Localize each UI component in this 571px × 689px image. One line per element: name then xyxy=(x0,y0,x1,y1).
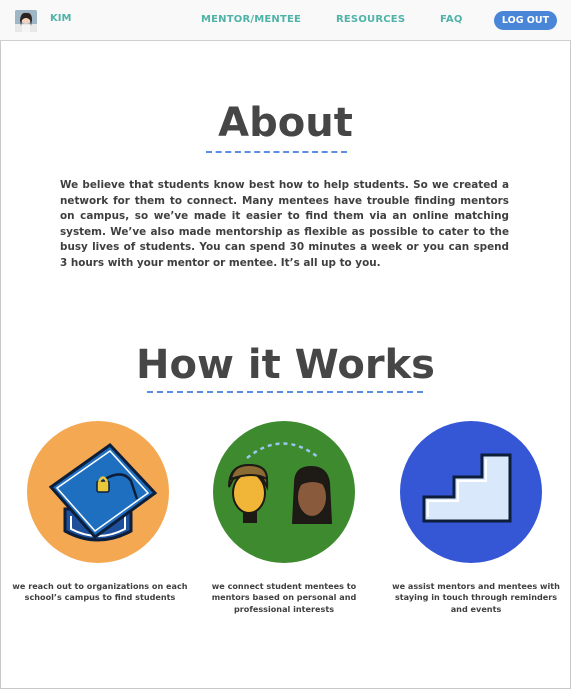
nav-link-faq[interactable]: FAQ xyxy=(440,14,463,25)
step-1-circle xyxy=(27,421,169,563)
logout-button[interactable]: LOG OUT xyxy=(494,11,557,30)
how-it-works-heading: How it Works xyxy=(136,342,435,388)
about-heading-underline xyxy=(206,151,347,153)
stairs-icon xyxy=(422,453,512,523)
two-people-icon xyxy=(228,442,333,524)
about-heading: About xyxy=(218,100,353,146)
user-name[interactable]: KIM xyxy=(50,13,71,24)
graduation-cap-icon xyxy=(48,443,158,542)
how-it-works-heading-underline xyxy=(147,391,423,393)
step-2-caption: we connect student mentees to mentors ba… xyxy=(211,581,357,614)
step-1-caption: we reach out to organizations on each sc… xyxy=(12,581,188,603)
about-paragraph: We believe that students know best how t… xyxy=(60,179,509,269)
nav-link-mentor-mentee[interactable]: MENTOR/MENTEE xyxy=(201,14,301,25)
nav-link-resources[interactable]: RESOURCES xyxy=(336,14,405,25)
step-2-circle xyxy=(213,421,355,563)
step-3-circle xyxy=(400,421,542,563)
top-nav: KIM MENTOR/MENTEE RESOURCES FAQ LOG OUT xyxy=(0,0,571,41)
step-3-caption: we assist mentors and mentees with stayi… xyxy=(392,581,560,614)
avatar[interactable] xyxy=(15,10,37,32)
